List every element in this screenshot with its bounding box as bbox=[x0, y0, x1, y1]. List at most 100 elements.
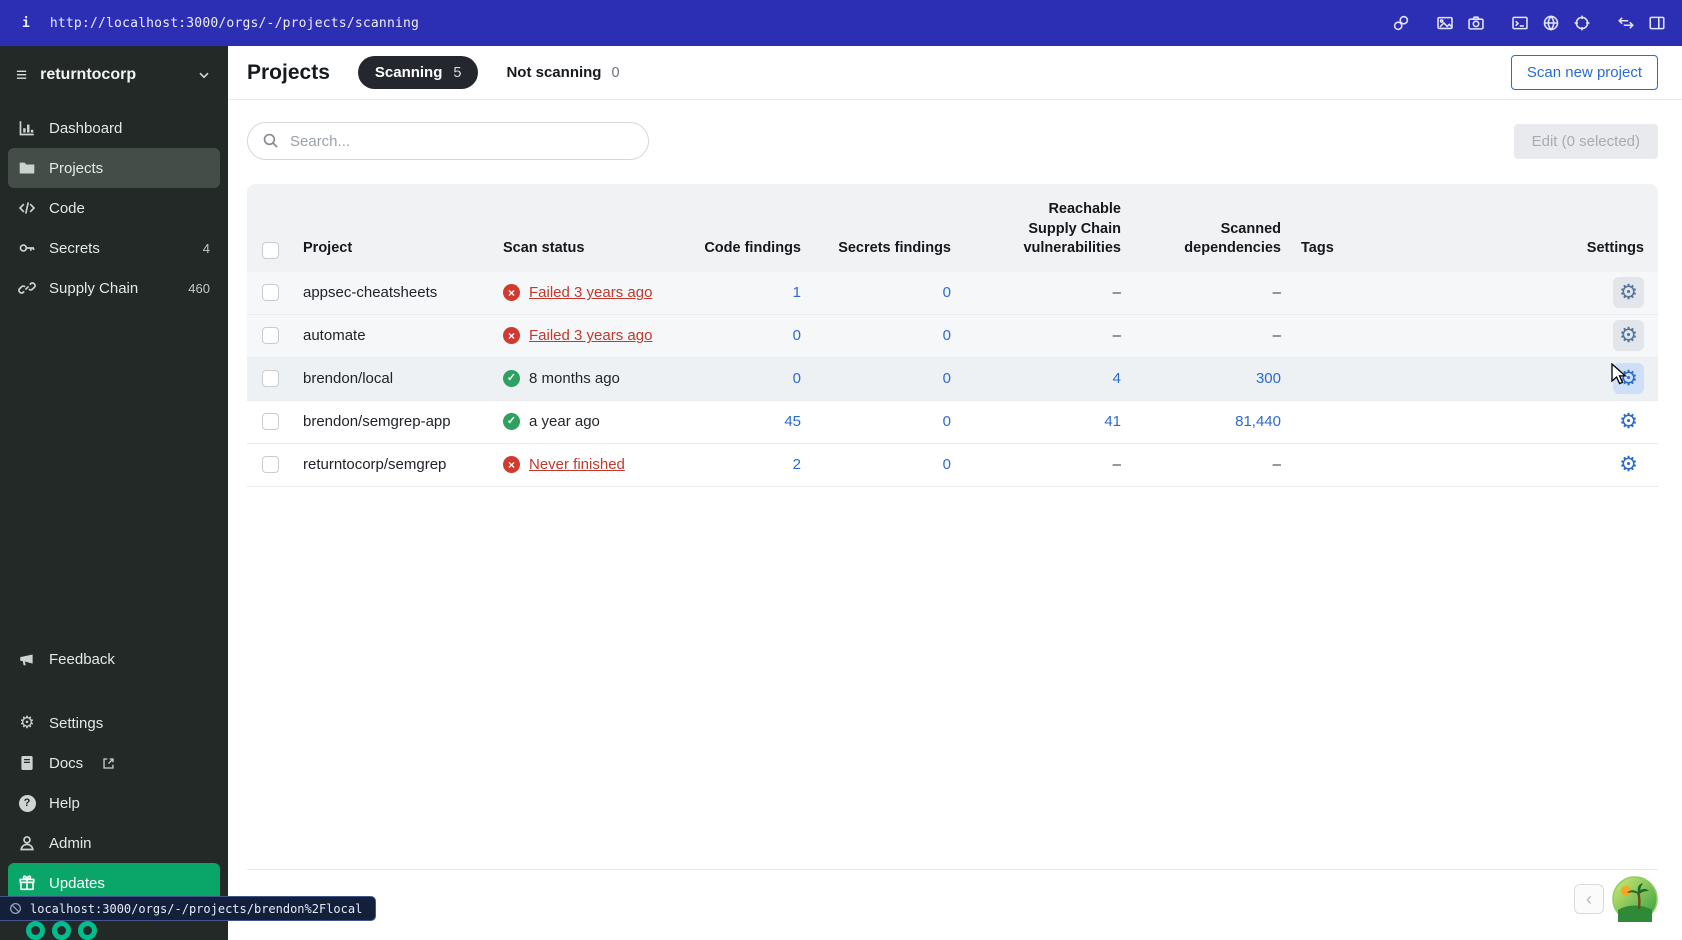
key-icon bbox=[18, 239, 36, 257]
code-findings-link[interactable]: 0 bbox=[793, 327, 801, 344]
col-header-tags: Tags bbox=[1301, 240, 1334, 257]
col-header-settings: Settings bbox=[1586, 240, 1644, 257]
image-icon[interactable] bbox=[1436, 14, 1454, 32]
sidebar-item-label: Code bbox=[49, 199, 85, 217]
row-checkbox[interactable] bbox=[261, 370, 279, 388]
col-header-secrets-findings: Secrets findings bbox=[838, 240, 951, 257]
secrets-findings-link[interactable]: 0 bbox=[943, 413, 951, 430]
folder-icon bbox=[18, 159, 36, 177]
sidebar-item-settings[interactable]: ⚙ Settings bbox=[8, 703, 220, 743]
code-icon bbox=[18, 199, 36, 217]
sidebar-item-code[interactable]: Code bbox=[8, 188, 220, 228]
project-settings-button[interactable]: ⚙ bbox=[1613, 406, 1644, 437]
row-checkbox[interactable] bbox=[261, 284, 279, 302]
sidebar: ≡ returntocorp Dashboard Projects Code S… bbox=[0, 46, 228, 940]
sidebar-item-dashboard[interactable]: Dashboard bbox=[8, 108, 220, 148]
gear-icon: ⚙ bbox=[1619, 409, 1638, 434]
gift-icon bbox=[18, 874, 36, 892]
secrets-findings-link[interactable]: 0 bbox=[943, 370, 951, 387]
project-settings-button[interactable]: ⚙ bbox=[1613, 277, 1644, 309]
crosshair-icon[interactable] bbox=[1573, 14, 1591, 32]
sidebar-nav: Dashboard Projects Code Secrets 4 Supply… bbox=[0, 104, 228, 312]
page-header: Projects Scanning 5 Not scanning 0 Scan … bbox=[228, 46, 1682, 100]
project-settings-button[interactable]: ⚙ bbox=[1613, 449, 1644, 480]
terminal-icon[interactable] bbox=[1511, 14, 1529, 32]
tab-scanning[interactable]: Scanning 5 bbox=[357, 56, 479, 89]
secrets-findings-link[interactable]: 0 bbox=[943, 284, 951, 301]
row-checkbox[interactable] bbox=[261, 456, 279, 474]
vacation-widget[interactable] bbox=[1612, 876, 1658, 922]
scanned-deps-link[interactable]: 81,440 bbox=[1235, 413, 1281, 430]
scan-status-link[interactable]: Never finished bbox=[529, 456, 625, 473]
code-findings-link[interactable]: 0 bbox=[793, 370, 801, 387]
scanned-deps-value: – bbox=[1272, 327, 1281, 345]
code-findings-link[interactable]: 2 bbox=[793, 456, 801, 473]
link-icon[interactable] bbox=[1392, 14, 1410, 32]
link-status-bar: localhost:3000/orgs/-/projects/brendon%2… bbox=[0, 896, 377, 921]
sidebar-bottom-nav: Feedback ⚙ Settings Docs ? Help Admin Up… bbox=[0, 635, 228, 907]
camera-icon[interactable] bbox=[1467, 14, 1485, 32]
code-findings-link[interactable]: 45 bbox=[784, 413, 801, 430]
gear-icon: ⚙ bbox=[1619, 323, 1638, 348]
project-settings-button[interactable]: ⚙ bbox=[1613, 363, 1644, 395]
scan-status-link[interactable]: Failed 3 years ago bbox=[529, 284, 652, 301]
row-checkbox[interactable] bbox=[261, 413, 279, 431]
reachable-link[interactable]: 41 bbox=[1104, 413, 1121, 430]
sidebar-item-help[interactable]: ? Help bbox=[8, 783, 220, 823]
main-area: Projects Scanning 5 Not scanning 0 Scan … bbox=[228, 46, 1682, 940]
gear-icon: ⚙ bbox=[1619, 366, 1638, 391]
scanned-deps-link[interactable]: 300 bbox=[1256, 370, 1281, 387]
menu-icon[interactable]: ≡ bbox=[16, 66, 27, 85]
reachable-value: – bbox=[1112, 284, 1121, 302]
table-row: brendon/local ✓ 8 months ago 0 0 4 300 ⚙ bbox=[247, 357, 1658, 401]
sidebar-item-docs[interactable]: Docs bbox=[8, 743, 220, 783]
split-panel-icon[interactable] bbox=[1648, 14, 1666, 32]
globe-icon[interactable] bbox=[1542, 14, 1560, 32]
sidebar-item-supply-chain[interactable]: Supply Chain 460 bbox=[8, 268, 220, 308]
select-all-checkbox[interactable] bbox=[261, 241, 279, 259]
success-icon: ✓ bbox=[503, 413, 520, 431]
person-icon bbox=[18, 834, 36, 852]
swap-arrows-icon[interactable] bbox=[1617, 14, 1635, 32]
reachable-value: – bbox=[1112, 456, 1121, 474]
project-settings-button[interactable]: ⚙ bbox=[1613, 320, 1644, 352]
secrets-findings-link[interactable]: 0 bbox=[943, 327, 951, 344]
sidebar-badge: 460 bbox=[188, 280, 210, 296]
book-icon bbox=[18, 754, 36, 772]
code-findings-link[interactable]: 1 bbox=[793, 284, 801, 301]
sidebar-item-secrets[interactable]: Secrets 4 bbox=[8, 228, 220, 268]
prev-page-button[interactable]: ‹ bbox=[1574, 884, 1604, 914]
row-checkbox[interactable] bbox=[261, 327, 279, 345]
table-row: returntocorp/semgrep × Never finished 2 … bbox=[247, 444, 1658, 487]
scan-status-link[interactable]: Failed 3 years ago bbox=[529, 327, 652, 344]
sidebar-item-label: Dashboard bbox=[49, 119, 123, 137]
sidebar-item-projects[interactable]: Projects bbox=[8, 148, 220, 188]
failed-icon: × bbox=[503, 456, 520, 474]
sidebar-item-label: Supply Chain bbox=[49, 279, 139, 297]
reachable-link[interactable]: 4 bbox=[1113, 370, 1121, 387]
tab-not-scanning[interactable]: Not scanning 0 bbox=[506, 64, 619, 81]
project-name: appsec-cheatsheets bbox=[303, 284, 438, 302]
search-input[interactable] bbox=[247, 122, 649, 160]
insecure-icon bbox=[9, 902, 22, 915]
sidebar-item-admin[interactable]: Admin bbox=[8, 823, 220, 863]
col-header-scanned-deps: Scanned dependencies bbox=[1184, 220, 1281, 257]
bar-chart-icon bbox=[18, 119, 36, 137]
scan-status-text: a year ago bbox=[529, 413, 600, 431]
secrets-findings-link[interactable]: 0 bbox=[943, 456, 951, 473]
question-icon: ? bbox=[18, 794, 36, 812]
table-row: automate × Failed 3 years ago 0 0 – – ⚙ bbox=[247, 314, 1658, 358]
success-icon: ✓ bbox=[503, 370, 520, 388]
scan-new-project-button[interactable]: Scan new project bbox=[1510, 55, 1658, 90]
edit-selected-button[interactable]: Edit (0 selected) bbox=[1513, 123, 1658, 159]
tab-count: 0 bbox=[611, 64, 620, 81]
scanned-deps-value: – bbox=[1272, 456, 1281, 474]
org-switcher[interactable]: ≡ returntocorp bbox=[0, 46, 228, 104]
sidebar-item-label: Projects bbox=[49, 159, 104, 177]
link-status-text: localhost:3000/orgs/-/projects/brendon%2… bbox=[30, 901, 363, 916]
org-name: returntocorp bbox=[40, 66, 137, 83]
col-header-project: Project bbox=[303, 240, 353, 257]
sidebar-item-label: Secrets bbox=[49, 239, 100, 257]
sidebar-item-feedback[interactable]: Feedback bbox=[8, 639, 220, 679]
sidebar-badge: 4 bbox=[202, 240, 210, 256]
